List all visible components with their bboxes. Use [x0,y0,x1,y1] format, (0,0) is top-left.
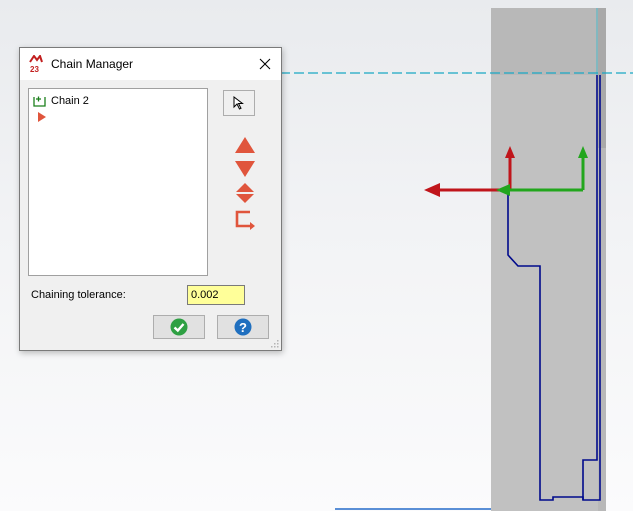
list-item[interactable]: Chain 2 [33,93,89,109]
checkmark-icon [170,318,188,336]
chain-list[interactable]: Chain 2 [28,88,208,276]
chain-manager-dialog: 23 Chain Manager Chain 2 Chaining tolera… [19,47,282,351]
mastercam-2023-icon: 23 [29,55,43,73]
current-chain-arrow-icon [38,112,46,122]
tolerance-label: Chaining tolerance: [31,289,126,301]
help-icon: ? [234,318,252,336]
svg-text:23: 23 [30,65,39,73]
chain-start-icon[interactable] [233,208,257,230]
move-up-icon[interactable] [233,134,257,156]
reorder-icon[interactable] [233,182,257,204]
select-button[interactable] [223,90,255,116]
svg-text:?: ? [239,320,247,335]
tolerance-input[interactable] [187,285,245,305]
ok-button[interactable] [153,315,205,339]
close-button[interactable] [249,48,281,80]
x-axis-red-arrowhead [424,183,440,197]
chain-label: Chain 2 [51,95,89,107]
chain-add-icon [33,96,46,107]
dialog-title: Chain Manager [51,57,134,71]
stock-inner-face [491,75,598,511]
move-down-icon[interactable] [233,158,257,180]
dialog-titlebar[interactable]: 23 Chain Manager [20,48,281,80]
close-icon [259,58,271,70]
resize-grip[interactable] [271,340,279,348]
cursor-arrow-icon [233,96,244,110]
help-button[interactable]: ? [217,315,269,339]
